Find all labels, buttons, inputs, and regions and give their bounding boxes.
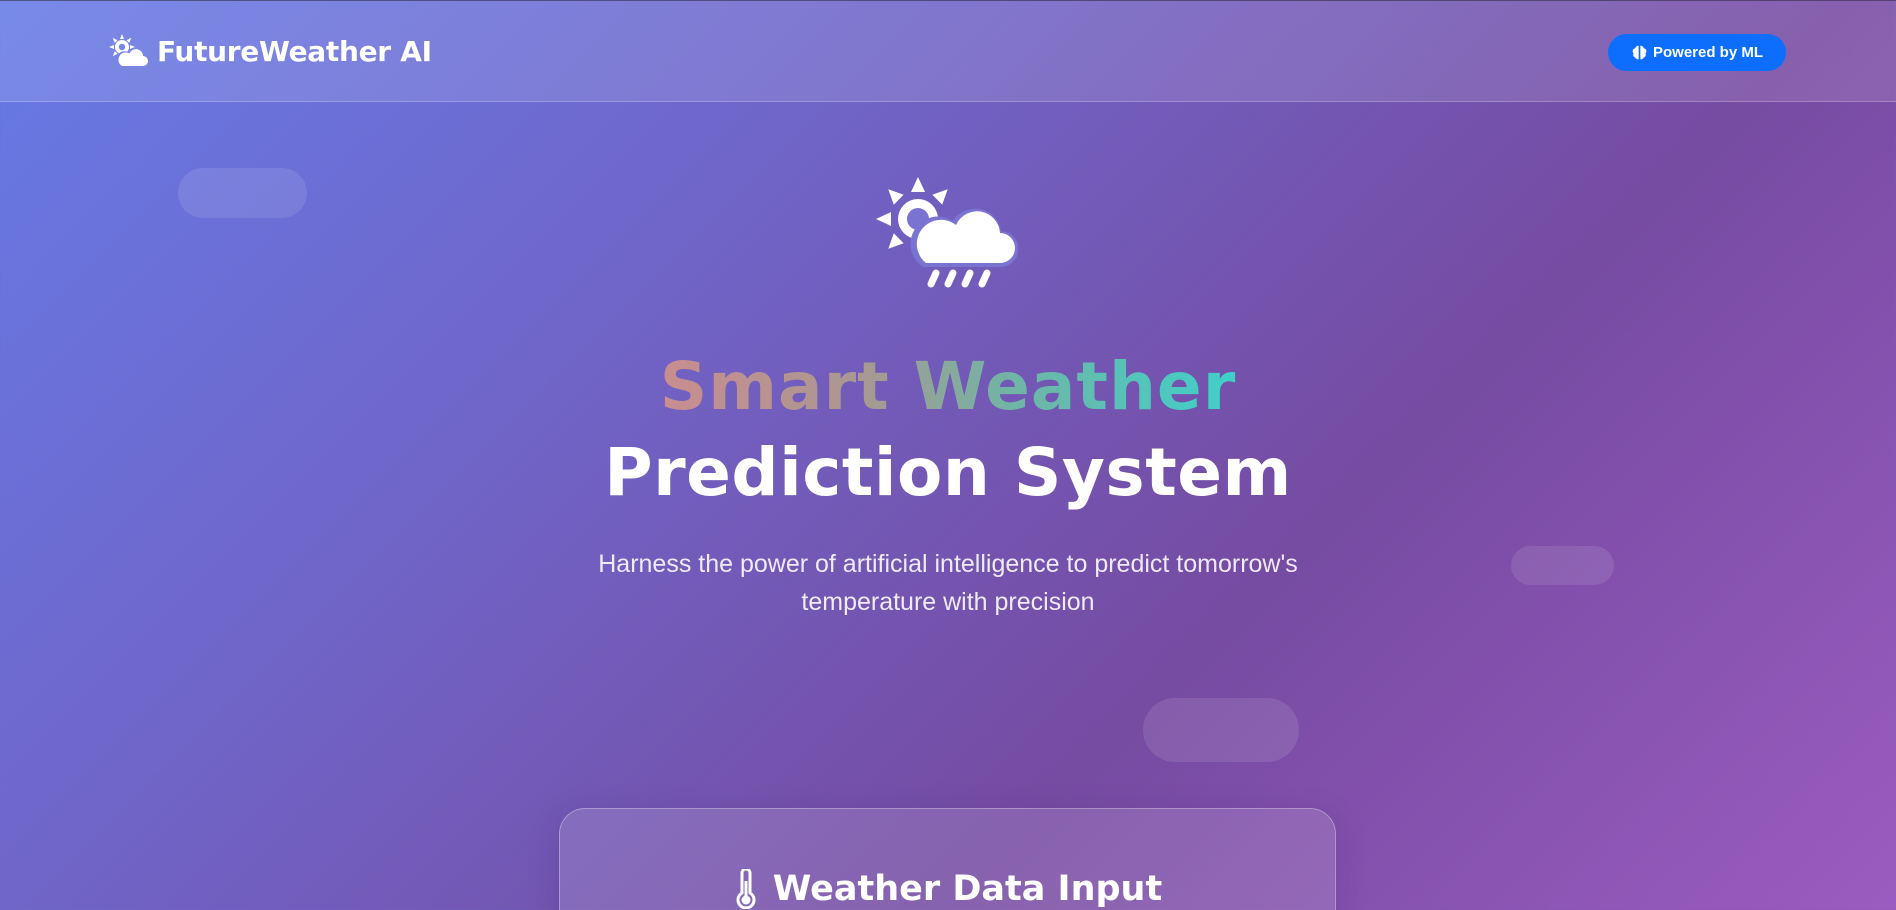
weather-input-card: Weather Data Input xyxy=(559,808,1336,910)
navbar: FutureWeather AI Powered by ML xyxy=(0,0,1896,102)
hero-subtitle: Harness the power of artificial intellig… xyxy=(598,550,1298,616)
card-title-text: Weather Data Input xyxy=(772,869,1163,909)
badge-label: Powered by ML xyxy=(1652,44,1764,61)
brain-icon xyxy=(1632,45,1647,60)
decorative-cloud xyxy=(178,168,307,218)
hero-title: Prediction System xyxy=(604,434,1292,511)
card-title: Weather Data Input xyxy=(560,869,1335,909)
decorative-cloud xyxy=(1511,546,1614,585)
brand-link[interactable]: FutureWeather AI xyxy=(107,31,432,71)
thermometer-icon xyxy=(736,869,756,909)
decorative-cloud xyxy=(1143,698,1299,762)
sun-cloud-icon xyxy=(109,34,149,67)
sun-cloud-rain-icon xyxy=(876,177,1018,288)
hero-title-highlight: Smart Weather xyxy=(0,343,1896,431)
powered-by-ml-badge[interactable]: Powered by ML xyxy=(1608,34,1786,71)
hero-title-gradient-text: Smart Weather xyxy=(659,348,1237,425)
brand-name: FutureWeather AI xyxy=(157,34,432,68)
